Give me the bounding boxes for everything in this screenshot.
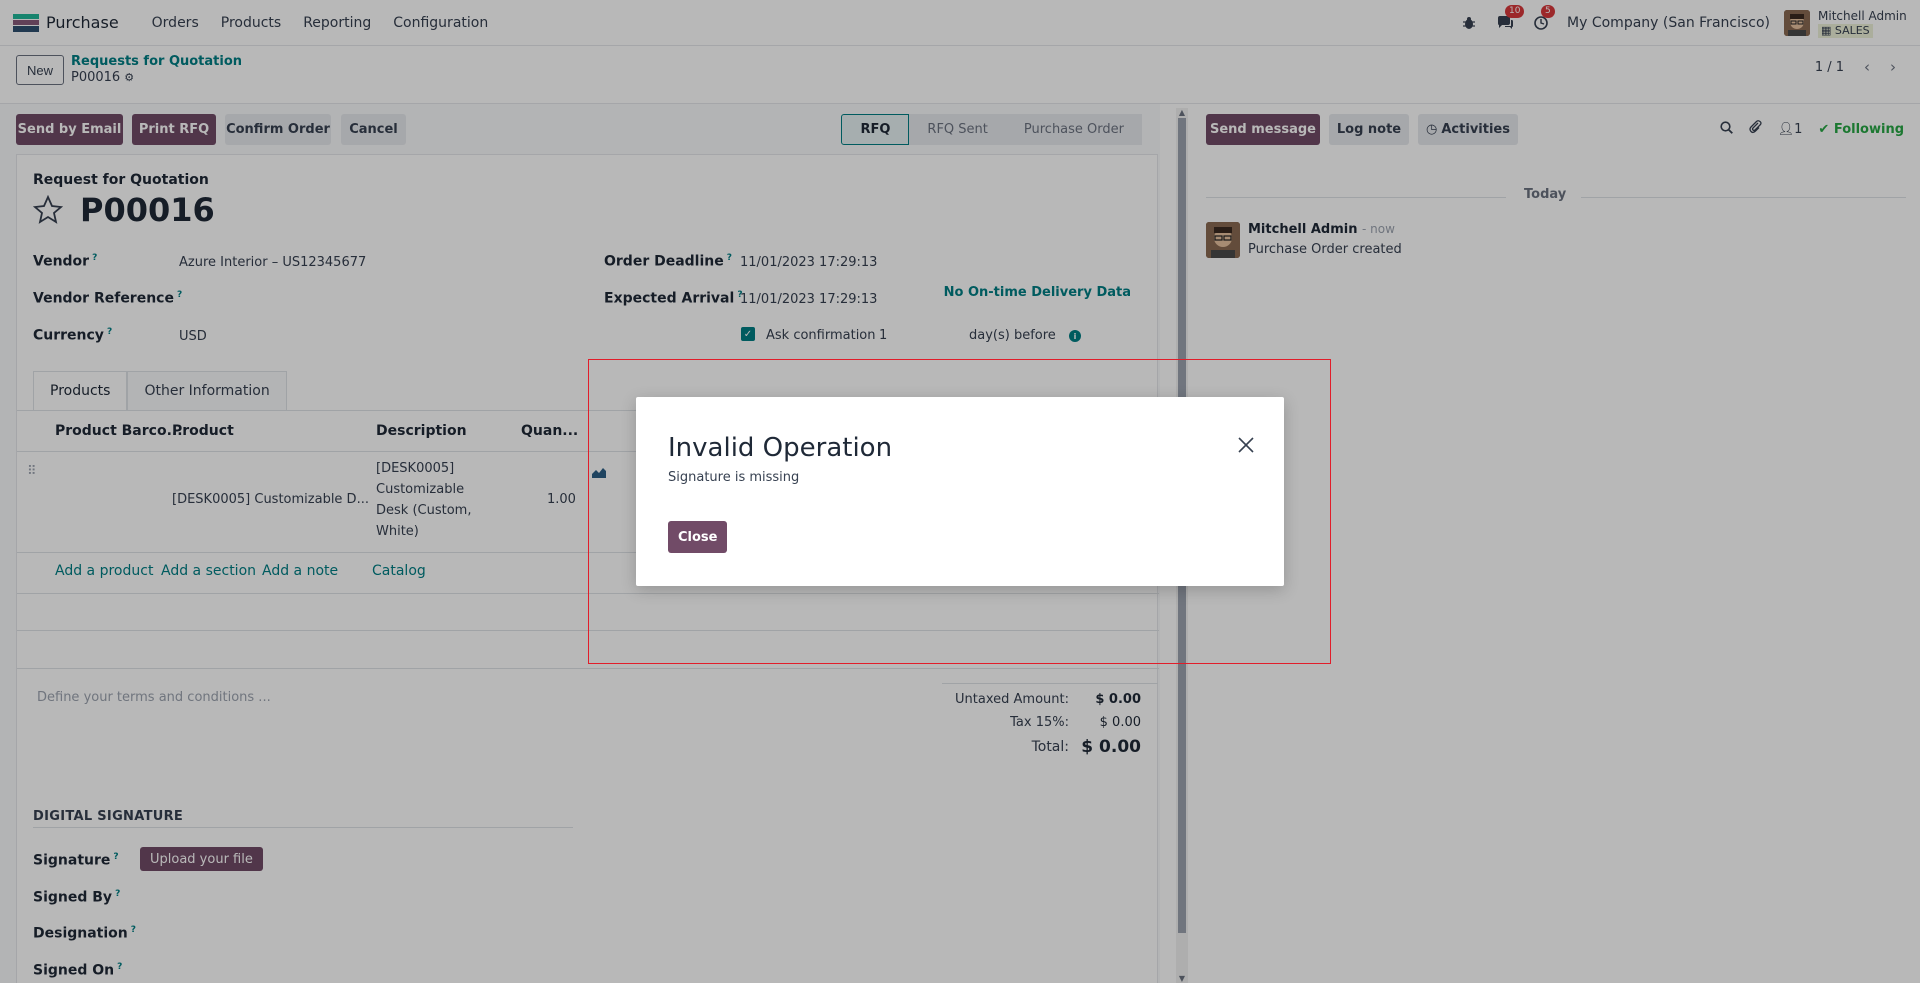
dialog-message: Signature is missing	[668, 470, 800, 485]
dialog-close-button[interactable]: Close	[668, 521, 728, 553]
dialog-title: Invalid Operation	[668, 433, 893, 463]
invalid-operation-dialog: Invalid Operation Signature is missing C…	[636, 397, 1284, 586]
close-icon[interactable]	[1236, 435, 1256, 455]
